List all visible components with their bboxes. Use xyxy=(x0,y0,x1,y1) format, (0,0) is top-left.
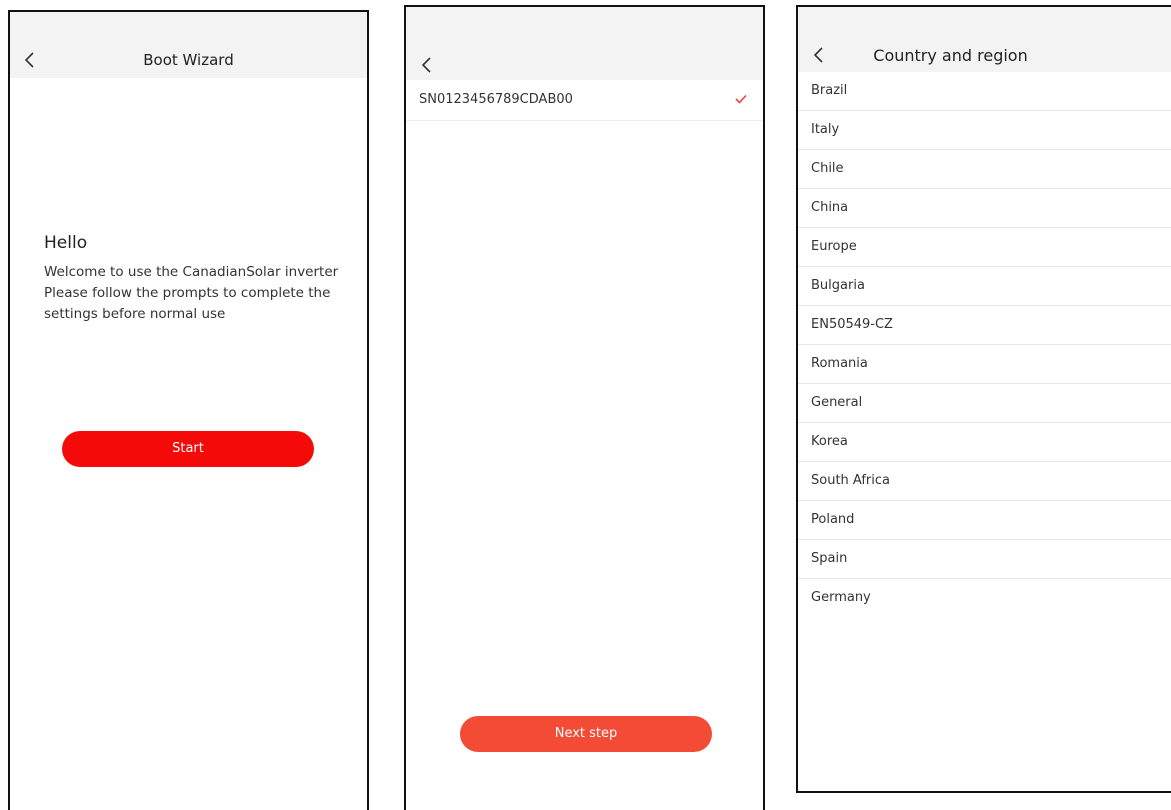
country-label: Spain xyxy=(811,551,848,566)
list-item[interactable]: Brazil xyxy=(798,72,1171,111)
header-bar: Boot Wizard xyxy=(10,12,367,78)
country-label: South Africa xyxy=(811,473,890,488)
country-label: EN50549-CZ xyxy=(811,317,893,332)
country-label: Romania xyxy=(811,356,868,371)
country-label: Brazil xyxy=(811,83,848,98)
list-item[interactable]: Chile xyxy=(798,150,1171,189)
country-label: Chile xyxy=(811,161,844,176)
country-label: China xyxy=(811,200,849,215)
list-item[interactable]: Romania xyxy=(798,345,1171,384)
list-item[interactable]: Germany xyxy=(798,579,1171,617)
country-label: Germany xyxy=(811,590,871,605)
country-label: Poland xyxy=(811,512,855,527)
next-step-button[interactable]: Next step xyxy=(460,716,712,752)
list-item[interactable]: Korea xyxy=(798,423,1171,462)
list-item[interactable]: SN0123456789CDAB00 xyxy=(406,80,763,121)
header-bar xyxy=(406,7,763,80)
device-select-screen: SN0123456789CDAB00 Next step xyxy=(404,5,765,810)
check-icon xyxy=(735,94,747,104)
country-region-screen: Country and region Brazil Italy Chile Ch… xyxy=(796,5,1171,793)
chevron-left-icon[interactable] xyxy=(418,55,436,75)
country-label: Bulgaria xyxy=(811,278,865,293)
country-label: General xyxy=(811,395,863,410)
boot-wizard-screen: Boot Wizard Hello Welcome to use the Can… xyxy=(8,10,369,810)
country-label: Italy xyxy=(811,122,840,137)
list-item[interactable]: South Africa xyxy=(798,462,1171,501)
list-item[interactable]: General xyxy=(798,384,1171,423)
header-bar: Country and region xyxy=(798,7,1171,72)
list-item[interactable]: EN50549-CZ xyxy=(798,306,1171,345)
country-label: Europe xyxy=(811,239,857,254)
welcome-message: Welcome to use the CanadianSolar inverte… xyxy=(44,262,349,325)
device-serial: SN0123456789CDAB00 xyxy=(419,92,573,107)
page-title: Country and region xyxy=(873,46,1028,65)
list-item[interactable]: Bulgaria xyxy=(798,267,1171,306)
list-item[interactable]: Spain xyxy=(798,540,1171,579)
list-item[interactable]: China xyxy=(798,189,1171,228)
page-title: Boot Wizard xyxy=(143,51,234,69)
start-button[interactable]: Start xyxy=(62,431,314,467)
welcome-line: Please follow the prompts to complete th… xyxy=(44,285,331,322)
list-item[interactable]: Italy xyxy=(798,111,1171,150)
country-list: Brazil Italy Chile China Europe Bulgaria… xyxy=(798,72,1171,617)
list-item[interactable]: Europe xyxy=(798,228,1171,267)
country-label: Korea xyxy=(811,434,848,449)
greeting-heading: Hello xyxy=(44,233,88,253)
list-item[interactable]: Poland xyxy=(798,501,1171,540)
welcome-line: Welcome to use the CanadianSolar inverte… xyxy=(44,264,339,280)
